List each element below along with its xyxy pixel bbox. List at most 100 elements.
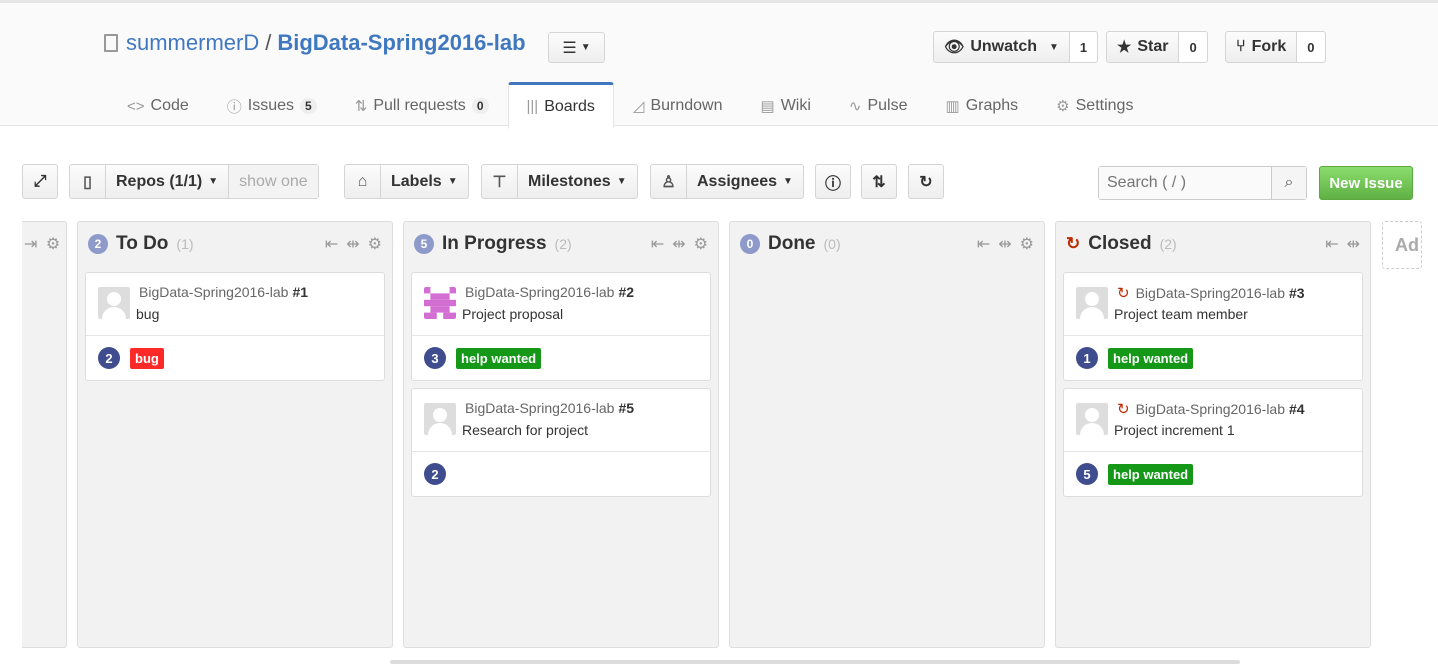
graph-area-icon: ◿	[632, 98, 645, 115]
collapse-left-icon[interactable]: ⇤	[651, 234, 664, 254]
milestones-filter[interactable]: ⊤ Milestones ▼	[481, 164, 638, 199]
search-input[interactable]	[1099, 167, 1271, 199]
issue-reference[interactable]: ↻ BigData-Spring2016-lab #4	[1117, 400, 1305, 418]
horizontal-scrollbar[interactable]	[390, 660, 1240, 664]
show-one-button[interactable]: show one	[228, 165, 318, 198]
pull-requests-toggle-button[interactable]: ⇅	[861, 164, 897, 199]
issue-number: #2	[618, 284, 635, 300]
collapse-left-icon[interactable]: ⇤	[977, 234, 990, 254]
column-tools: ⇥ ⚙	[24, 234, 60, 254]
repos-dropdown[interactable]: Repos (1/1) ▼	[106, 165, 228, 198]
fork-button[interactable]: ⑂ Fork	[1225, 31, 1298, 63]
repo-separator: /	[265, 30, 272, 55]
gear-icon[interactable]: ⚙	[694, 234, 708, 254]
fork-icon: ⑂	[1236, 38, 1246, 55]
gear-icon[interactable]: ⚙	[368, 234, 382, 254]
column-total: (2)	[554, 236, 572, 252]
labels-label: Labels	[391, 172, 442, 190]
repo-menu-button[interactable]: ☰ ▼	[548, 32, 605, 63]
search-box: ⌕	[1098, 166, 1307, 200]
repo-owner-link[interactable]: summermerD	[126, 30, 259, 56]
issue-repo: BigData-Spring2016-lab	[139, 284, 289, 300]
collapse-icon[interactable]: ⇹	[672, 234, 685, 254]
pulse-icon: ∿	[848, 98, 862, 115]
gear-icon[interactable]: ⚙	[1020, 234, 1034, 254]
issue-label[interactable]: help wanted	[1108, 463, 1194, 485]
tab-issues-label: Issues	[247, 97, 295, 114]
tab-wiki[interactable]: ▤ Wiki	[742, 83, 830, 129]
column-tools: ⇤ ⇹ ⚙	[977, 234, 1034, 254]
star-icon: ★	[1117, 39, 1132, 56]
tab-graphs[interactable]: ▥ Graphs	[927, 83, 1038, 129]
search-button[interactable]: ⌕	[1271, 167, 1306, 199]
repo-name-link[interactable]: BigData-Spring2016-lab	[277, 30, 525, 56]
watch-count[interactable]: 1	[1069, 31, 1099, 63]
issue-title[interactable]: bug	[136, 306, 159, 322]
issue-reference[interactable]: BigData-Spring2016-lab #5	[465, 400, 634, 416]
column-tools: ⇤ ⇹ ⚙	[651, 234, 708, 254]
add-column-button[interactable]: Ad	[1382, 221, 1422, 269]
issue-label[interactable]: help wanted	[1108, 347, 1194, 369]
issue-card[interactable]: BigData-Spring2016-lab #5 Research for pr…	[411, 388, 711, 497]
collapse-icon[interactable]: ⇹	[1347, 234, 1360, 254]
gear-icon[interactable]: ⚙	[46, 236, 60, 253]
tab-code[interactable]: <> Code	[108, 83, 208, 129]
issue-number: #5	[618, 400, 635, 416]
issue-label[interactable]: bug	[130, 347, 164, 369]
tab-burndown[interactable]: ◿ Burndown	[614, 83, 742, 129]
issue-label[interactable]: help wanted	[456, 347, 542, 369]
collapse-icon[interactable]: ⇹	[998, 234, 1011, 254]
issue-title[interactable]: Research for project	[462, 422, 588, 438]
issue-reference[interactable]: ↻ BigData-Spring2016-lab #3	[1117, 284, 1305, 302]
issue-card[interactable]: BigData-Spring2016-lab #2 Project proposa…	[411, 272, 711, 381]
avatar	[424, 403, 456, 435]
tab-pull-requests[interactable]: ⇅ Pull requests 0	[336, 83, 508, 129]
list-icon: ☰	[562, 39, 577, 57]
tab-wiki-label: Wiki	[780, 97, 811, 114]
issue-closed-icon: ↻	[919, 173, 933, 191]
column-header: ↻ Closed (2) ⇤ ⇹	[1056, 222, 1370, 266]
tab-boards[interactable]: ||| Boards	[507, 82, 614, 129]
collapse-icon[interactable]: ⇥	[24, 236, 37, 253]
board-column-done: 0 Done (0) ⇤ ⇹ ⚙	[729, 221, 1045, 648]
new-issue-button[interactable]: New Issue	[1319, 166, 1413, 200]
star-count[interactable]: 0	[1179, 31, 1208, 63]
repo-book-icon: ▯	[70, 165, 106, 198]
unwatch-button[interactable]: 👁 Unwatch ▼	[933, 31, 1070, 63]
issue-title[interactable]: Project proposal	[462, 306, 563, 322]
star-action: ★ Star 0	[1106, 31, 1208, 63]
issue-card[interactable]: ↻ BigData-Spring2016-lab #3 Project team m…	[1063, 272, 1363, 381]
tab-pulse[interactable]: ∿ Pulse	[830, 83, 927, 129]
collapse-left-icon[interactable]: ⇤	[325, 234, 338, 254]
chevron-down-icon: ▼	[783, 176, 793, 187]
tab-issues[interactable]: ⓘ Issues 5	[208, 83, 336, 129]
collapse-left-icon[interactable]: ⇤	[1325, 234, 1338, 254]
issue-title[interactable]: Project team member	[1114, 306, 1248, 322]
repo-book-icon	[104, 34, 118, 52]
issue-opened-icon: ⓘ	[824, 175, 841, 193]
issue-card[interactable]: BigData-Spring2016-lab #1 bug 2 bug	[85, 272, 385, 381]
issue-reference[interactable]: BigData-Spring2016-lab #1	[139, 284, 308, 300]
closed-issues-toggle-button[interactable]: ↻	[908, 164, 944, 199]
repo-title: summermerD / BigData-Spring2016-lab	[104, 30, 526, 56]
assignees-filter[interactable]: ♙ Assignees ▼	[650, 164, 804, 199]
column-title: To Do	[116, 233, 169, 254]
star-button[interactable]: ★ Star	[1106, 31, 1180, 63]
avatar	[98, 287, 130, 319]
issues-toggle-button[interactable]: ⓘ	[815, 164, 851, 199]
column-header: 5 In Progress (2) ⇤ ⇹ ⚙	[404, 222, 718, 266]
partial-column: ⇥ ⚙	[22, 221, 67, 648]
issue-title[interactable]: Project increment 1	[1114, 422, 1235, 438]
fullscreen-button[interactable]: ⤢	[22, 164, 58, 199]
collapse-icon[interactable]: ⇹	[346, 234, 359, 254]
milestone-icon: ⊤	[482, 165, 518, 198]
person-icon: ♙	[651, 165, 687, 198]
labels-filter[interactable]: ⌂ Labels ▼	[344, 164, 469, 199]
issue-reference[interactable]: BigData-Spring2016-lab #2	[465, 284, 634, 300]
column-title: In Progress	[442, 233, 547, 254]
column-header: 0 Done (0) ⇤ ⇹ ⚙	[730, 222, 1044, 266]
identicon-pink	[424, 287, 456, 319]
tab-settings[interactable]: ⚙ Settings	[1037, 83, 1152, 129]
issue-card[interactable]: ↻ BigData-Spring2016-lab #4 Project increm…	[1063, 388, 1363, 497]
fork-count[interactable]: 0	[1297, 31, 1326, 63]
